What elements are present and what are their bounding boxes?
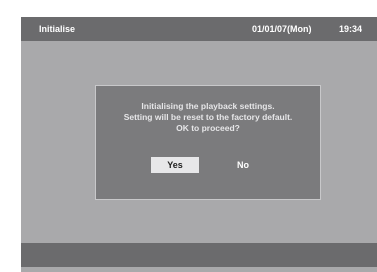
dialog-message-line: OK to proceed?	[176, 123, 240, 133]
footer-bar	[21, 243, 377, 267]
screen: Initialise 01/01/07(Mon) 19:34 Initialis…	[21, 17, 377, 272]
dialog-message: Initialising the playback settings. Sett…	[96, 101, 320, 134]
no-button[interactable]: No	[223, 157, 263, 173]
dialog-message-line: Initialising the playback settings.	[141, 101, 275, 111]
yes-button[interactable]: Yes	[151, 157, 199, 173]
confirm-dialog: Initialising the playback settings. Sett…	[95, 85, 321, 200]
dialog-message-line: Setting will be reset to the factory def…	[123, 112, 293, 122]
header-bar: Initialise 01/01/07(Mon) 19:34	[21, 17, 377, 41]
date-display: 01/01/07(Mon)	[252, 24, 312, 34]
time-display: 19:34	[339, 24, 363, 34]
page-title: Initialise	[39, 24, 76, 34]
